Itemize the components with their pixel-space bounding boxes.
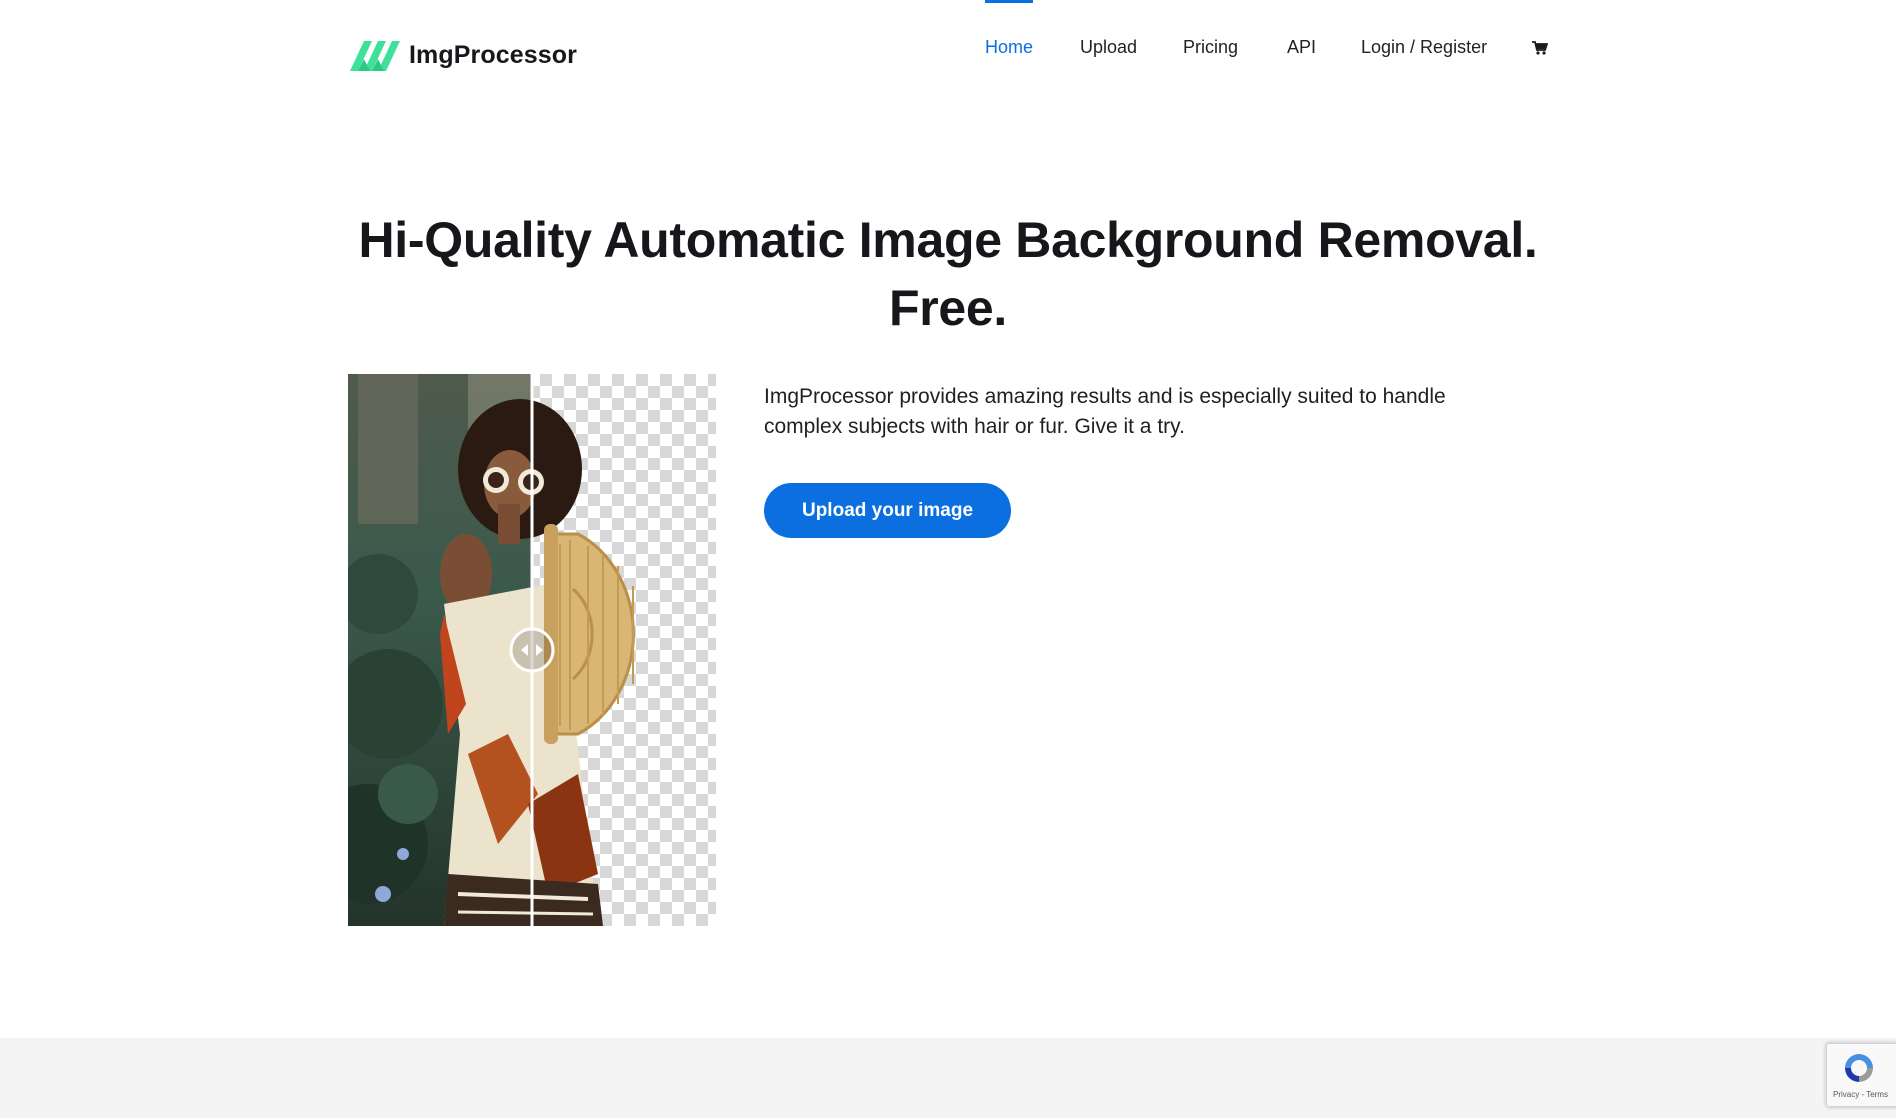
hero-headline-line2: Free. <box>888 280 1007 336</box>
brand-logo[interactable]: ImgProcessor <box>348 34 577 76</box>
footer-band <box>0 1038 1896 1118</box>
nav-api[interactable]: API <box>1287 34 1316 60</box>
brand-name: ImgProcessor <box>409 41 577 69</box>
nav-home[interactable]: Home <box>985 34 1033 60</box>
upload-image-button[interactable]: Upload your image <box>764 483 1011 538</box>
shopping-cart-icon[interactable] <box>1532 40 1549 56</box>
left-right-arrows-icon[interactable] <box>509 627 555 673</box>
hero-headline-line1: Hi-Quality Automatic Image Background Re… <box>358 212 1538 268</box>
site-header: ImgProcessor Home Upload Pricing API Log… <box>0 0 1896 96</box>
nav-login-register[interactable]: Login / Register <box>1361 34 1487 60</box>
hero-description: ImgProcessor provides amazing results an… <box>764 385 1446 438</box>
recaptcha-badge[interactable]: Privacy - Terms <box>1826 1043 1896 1107</box>
hero-headline: Hi-Quality Automatic Image Background Re… <box>298 206 1598 342</box>
nav-active-indicator <box>985 0 1033 3</box>
recaptcha-links[interactable]: Privacy - Terms <box>1833 1090 1888 1099</box>
before-after-comparison[interactable] <box>348 374 716 926</box>
brand-logo-icon <box>348 37 404 73</box>
nav-pricing[interactable]: Pricing <box>1183 34 1238 60</box>
nav-upload[interactable]: Upload <box>1080 34 1137 60</box>
